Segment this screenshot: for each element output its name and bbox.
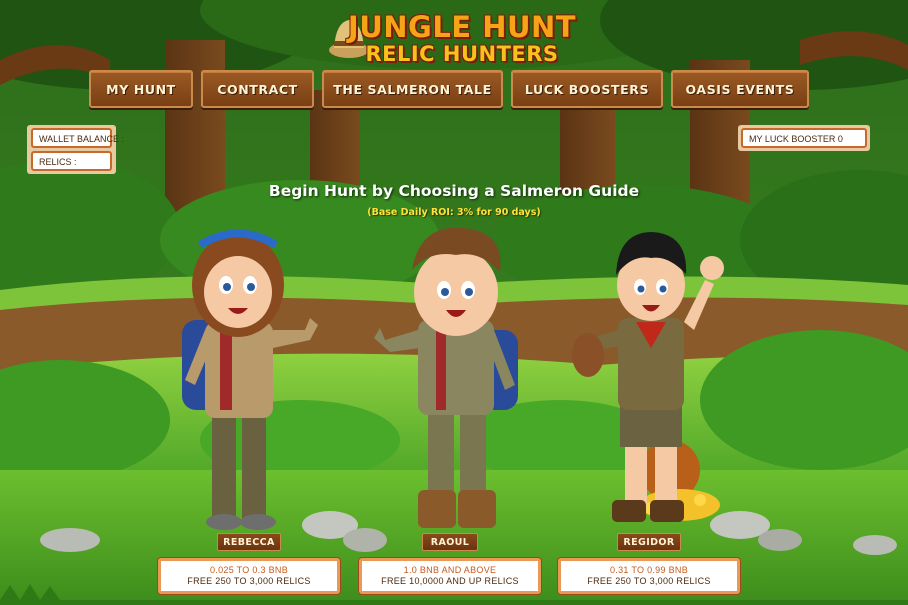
luck-booster-display[interactable]: MY LUCK BOOSTER 0 (741, 128, 867, 148)
guide-name-regidor[interactable]: REGIDOR (617, 533, 681, 551)
guide-reward: FREE 10,0000 AND UP RELICS (381, 576, 519, 586)
logo-title: JUNGLE HUNT (347, 10, 577, 44)
game-logo[interactable]: JUNGLE HUNT RELIC HUNTERS (328, 8, 588, 70)
nav-salmeron-tale[interactable]: THE SALMERON TALE (322, 70, 503, 108)
wallet-balance-display: WALLET BALANCE : (31, 128, 124, 148)
guide-card-raoul[interactable]: 1.0 BNB AND ABOVE FREE 10,0000 AND UP RE… (359, 558, 541, 594)
guide-card-rebecca[interactable]: 0.025 TO 0.3 BNB FREE 250 TO 3,000 RELIC… (158, 558, 340, 594)
relics-display: RELICS : (31, 151, 112, 171)
guide-price: 0.025 TO 0.3 BNB (209, 565, 288, 575)
guide-reward: FREE 250 TO 3,000 RELICS (587, 576, 711, 586)
page-title: Begin Hunt by Choosing a Salmeron Guide (268, 182, 640, 200)
roi-subtitle: (Base Daily ROI: 3% for 90 days) (367, 207, 541, 218)
logo-subtitle: RELIC HUNTERS (365, 42, 559, 66)
nav-my-hunt[interactable]: MY HUNT (89, 70, 193, 108)
guide-name-raoul[interactable]: RAOUL (422, 533, 478, 551)
nav-luck-boosters[interactable]: LUCK BOOSTERS (511, 70, 663, 108)
guide-reward: FREE 250 TO 3,000 RELICS (187, 576, 311, 586)
guide-name-rebecca[interactable]: REBECCA (217, 533, 281, 551)
guide-card-regidor[interactable]: 0.31 TO 0.99 BNB FREE 250 TO 3,000 RELIC… (558, 558, 740, 594)
guide-price: 0.31 TO 0.99 BNB (609, 565, 688, 575)
main-nav: MY HUNT CONTRACT THE SALMERON TALE LUCK … (0, 70, 908, 110)
nav-contract[interactable]: CONTRACT (201, 70, 314, 108)
nav-oasis-events[interactable]: OASIS EVENTS (671, 70, 809, 108)
guide-price: 1.0 BNB AND ABOVE (403, 565, 497, 575)
